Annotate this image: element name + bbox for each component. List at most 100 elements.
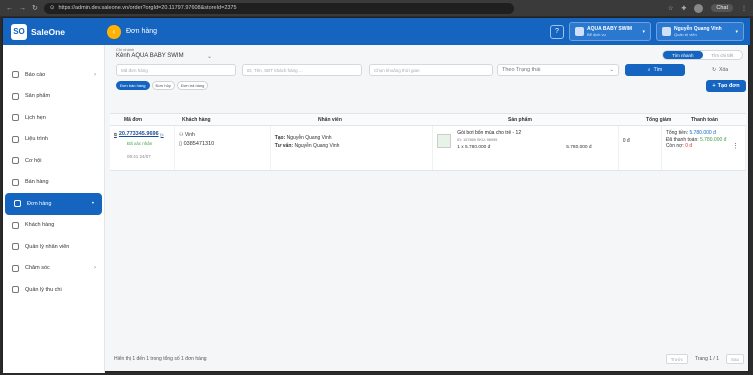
search-button[interactable]: ⌕ Tìm	[625, 64, 685, 76]
sidebar: Báo cáo › Sản phẩm Lịch hẹn Liệu trình Cơ…	[3, 45, 105, 373]
table-footer: Hiển thị 1 đến 1 trong tổng số 1 đơn hàn…	[110, 352, 746, 366]
brand[interactable]: SO SaleOne	[3, 23, 103, 40]
sidebar-item-label: Chăm sóc	[25, 265, 50, 272]
sidebar-item-khach-hang[interactable]: Khách hàng	[3, 215, 104, 237]
sidebar-item-label: Lịch hẹn	[25, 114, 46, 121]
reset-button-label: Xóa	[719, 67, 729, 73]
sidebar-item-quan-ly-nhan-vien[interactable]: Quản lý nhân viên	[3, 236, 104, 258]
brand-name: SaleOne	[31, 26, 66, 37]
fast-search-toggle[interactable]: Tìm nhanh	[663, 51, 703, 59]
chart-icon	[12, 71, 19, 79]
forward-nav-icon[interactable]: →	[19, 5, 26, 12]
pay-due-label: Còn nợ:	[665, 143, 684, 149]
copy-icon[interactable]: ⧉	[114, 132, 117, 137]
sidebar-item-ban-hang[interactable]: Bán hàng	[3, 172, 104, 194]
cart-icon	[12, 178, 19, 186]
status-select[interactable]: Theo Trạng thái ⌄	[497, 64, 619, 76]
status-placeholder: Theo Trạng thái	[502, 67, 541, 73]
filter-area: Chi nhánh Kênh AQUA BABY SWIM ⌄ Tìm nhan…	[110, 45, 746, 98]
branch-select[interactable]: Kênh AQUA BABY SWIM ⌄	[116, 51, 212, 61]
chevron-right-icon: ›	[94, 71, 96, 78]
box-icon	[12, 92, 19, 100]
sidebar-item-quan-ly-thu-chi[interactable]: Quản lý thu chi	[3, 279, 104, 301]
discount-value: 0 đ	[622, 138, 630, 144]
puzzle-icon[interactable]: ✚	[681, 5, 686, 12]
header-order-code: Mã đơn	[124, 116, 142, 123]
sidebar-item-label: Bán hàng	[25, 179, 49, 186]
search-mode-toggle: Tìm nhanh Tìm chi tiết	[662, 50, 743, 60]
customer-name-row[interactable]: ⚇ Vinh	[179, 132, 195, 138]
sidebar-item-lich-hen[interactable]: Lịch hẹn	[3, 107, 104, 129]
reload-icon[interactable]: ↻	[32, 4, 38, 12]
tab-returned-orders[interactable]: Đơn trả hàng	[176, 81, 209, 90]
order-code-link[interactable]: ⧉ 20.773345.9696 ▷	[114, 131, 164, 137]
url-text: https://admin.dev.saleone.vn/order?orgId…	[58, 5, 237, 11]
external-link-icon[interactable]: ▷	[161, 132, 164, 137]
user-icon	[12, 221, 19, 229]
create-order-label: Tạo đơn	[717, 83, 740, 89]
pagination-info: Hiển thị 1 đến 1 trong tổng số 1 đơn hàn…	[114, 356, 207, 362]
address-bar[interactable]: ⊙ https://admin.dev.saleone.vn/order?org…	[43, 2, 514, 14]
sidebar-item-label: Khách hàng	[25, 222, 55, 229]
sidebar-item-cham-soc[interactable]: Chăm sóc ›	[3, 258, 104, 280]
chat-button[interactable]: Chat	[711, 4, 733, 12]
header-staff: Nhân viên	[318, 116, 342, 123]
sidebar-item-label: Sản phẩm	[25, 93, 51, 100]
product-qty: 1 x 5.780.000 đ	[457, 145, 491, 150]
tab-sales-orders[interactable]: Đơn bán hàng	[116, 81, 150, 90]
search-button-label: Tìm	[653, 67, 663, 73]
product-image	[437, 134, 452, 148]
table-header: Mã đơn Khách hàng Nhân viên Sản phẩm Tổn…	[110, 114, 746, 126]
user-menu[interactable]: Nguyễn Quang Vinh Quản trị viên ▾	[656, 22, 744, 41]
product-cell: Gói bơi bốn mùa cho trẻ - 12 ID: 157869 …	[433, 126, 619, 170]
calendar-icon	[12, 114, 19, 122]
clipboard-icon	[12, 135, 19, 143]
store-icon	[575, 27, 584, 36]
discount-cell: 0 đ	[619, 126, 662, 170]
reset-button[interactable]: ↻ Xóa	[700, 64, 740, 76]
sidebar-item-don-hang[interactable]: Đơn hàng •	[5, 193, 102, 215]
sidebar-item-bao-cao[interactable]: Báo cáo ›	[3, 64, 104, 86]
prev-page-button[interactable]: Trước	[665, 354, 688, 364]
back-button[interactable]: ‹	[107, 24, 121, 39]
customer-phone-row: ▯ 0385471310	[179, 141, 214, 147]
tab-cancelled-orders[interactable]: Đơn hủy	[151, 81, 175, 90]
product-total: 5.780.000 đ	[566, 145, 592, 150]
customer-search-input[interactable]: ID, Tên, SĐT khách hàng ...	[242, 64, 362, 76]
main-content: Chi nhánh Kênh AQUA BABY SWIM ⌄ Tìm nhan…	[110, 45, 746, 373]
table-row[interactable]: ⧉ 20.773345.9696 ▷ Đã xác nhận 09:41 24/…	[110, 126, 746, 171]
browser-toolbar: ← → ↻ ⊙ https://admin.dev.saleone.vn/ord…	[0, 0, 753, 16]
customer-name: Vinh	[184, 132, 195, 138]
pay-total-label: Tổng tiền:	[665, 130, 689, 136]
app-window: SO SaleOne ‹ Đơn hàng ? AQUA BABY SWIM B…	[2, 17, 750, 373]
branch-value: Kênh AQUA BABY SWIM	[116, 53, 184, 59]
sidebar-item-lieu-trinh[interactable]: Liệu trình	[3, 129, 104, 151]
sidebar-item-label: Quản lý thu chi	[25, 286, 62, 293]
page-title: Đơn hàng	[126, 28, 158, 35]
order-tabs: Đơn bán hàng Đơn hủy Đơn trả hàng	[116, 81, 209, 90]
pay-paid: 5.780.000 đ	[700, 136, 727, 143]
refresh-icon: ↻	[711, 67, 717, 73]
detail-search-toggle[interactable]: Tìm chi tiết	[703, 51, 743, 59]
status-badge: Đã xác nhận	[127, 141, 153, 146]
extension-icon[interactable]: ☆	[668, 5, 673, 12]
user-role: Quản trị viên	[674, 31, 697, 37]
chevron-down-icon: ⌄	[609, 67, 614, 73]
menu-dots-icon[interactable]: ⋮	[741, 5, 747, 12]
date-range-input[interactable]: Chọn khoảng thời gian	[369, 64, 493, 76]
order-code-input[interactable]: Mã đơn hàng	[116, 64, 236, 76]
store-switcher[interactable]: AQUA BABY SWIM Bể dịch vụ ▾	[569, 22, 651, 41]
plus-icon: +	[712, 83, 716, 89]
help-button[interactable]: ?	[550, 24, 564, 39]
create-order-button[interactable]: + Tạo đơn	[706, 80, 746, 92]
pay-total: 5.780.000 đ	[689, 130, 716, 136]
product-name: Gói bơi bốn mùa cho trẻ - 12	[457, 130, 522, 136]
profile-avatar[interactable]	[694, 3, 704, 13]
sidebar-item-san-pham[interactable]: Sản phẩm	[3, 86, 104, 108]
dot-icon: •	[91, 200, 94, 207]
chevron-down-icon: ⌄	[206, 53, 212, 60]
sidebar-item-co-hoi[interactable]: Cơ hội	[3, 150, 104, 172]
back-nav-icon[interactable]: ←	[6, 5, 13, 12]
next-page-button[interactable]: Sau	[725, 354, 744, 364]
more-actions-icon[interactable]: ⋮	[732, 142, 739, 150]
